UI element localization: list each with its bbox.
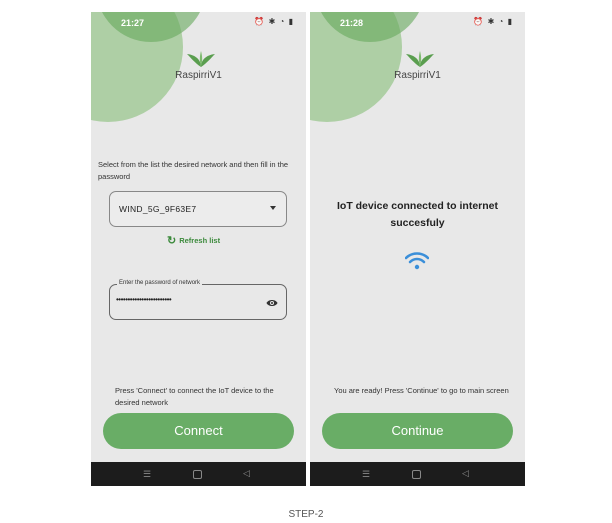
network-select-value: WIND_5G_9F63E7 (119, 204, 197, 214)
dropdown-caret-icon (270, 206, 276, 210)
app-name: RaspirriV1 (394, 70, 441, 81)
leaf-logo-icon (171, 50, 231, 68)
password-label: Enter the password of network (117, 280, 203, 286)
status-time: 21:28 (340, 18, 364, 28)
connect-button[interactable]: Connect (103, 413, 294, 449)
android-navbar: ☰ ◁ (310, 462, 525, 486)
app-name: RaspirriV1 (175, 70, 222, 81)
nav-back-icon[interactable]: ◁ (462, 468, 469, 479)
network-select[interactable]: WIND_5G_9F63E7 (109, 191, 287, 227)
phone-screen-connected: 21:28 ⏰ ✱ ◔ ▮ RaspirriV1 IoT device conn… (310, 12, 525, 486)
nav-recents-icon[interactable]: ☰ (362, 469, 370, 480)
eye-icon[interactable] (266, 295, 278, 313)
continue-hint-text: You are ready! Press 'Continue' to go to… (334, 386, 509, 395)
nav-home-icon[interactable] (193, 470, 202, 479)
status-time: 21:27 (121, 18, 145, 28)
password-value: •••••••••••••••••••••••• (116, 295, 172, 304)
continue-button[interactable]: Continue (322, 413, 513, 449)
android-navbar: ☰ ◁ (91, 462, 306, 486)
password-field[interactable]: Enter the password of network ••••••••••… (109, 280, 287, 320)
nav-recents-icon[interactable]: ☰ (143, 469, 151, 480)
connection-status-message: IoT device connected to internet succesf… (336, 200, 499, 229)
status-icons: ⏰ ✱ ◔ ▮ (473, 17, 513, 26)
refresh-list-button[interactable]: ↻ Refresh list (167, 234, 220, 247)
status-icons: ⏰ ✱ ◔ ▮ (254, 17, 294, 26)
connect-hint-text: Press 'Connect' to connect the IoT devic… (115, 386, 274, 407)
status-bar: 21:28 ⏰ ✱ ◔ ▮ (310, 12, 525, 34)
refresh-label: Refresh list (179, 236, 221, 245)
step-caption: STEP-2 (288, 509, 324, 520)
status-bar: 21:27 ⏰ ✱ ◔ ▮ (91, 12, 306, 34)
refresh-icon: ↻ (167, 235, 177, 247)
wifi-icon (404, 252, 430, 275)
nav-back-icon[interactable]: ◁ (243, 468, 250, 479)
instruction-text: Select from the list the desired network… (98, 160, 289, 181)
nav-home-icon[interactable] (412, 470, 421, 479)
leaf-logo-icon (390, 50, 450, 68)
phone-screen-network-select: 21:27 ⏰ ✱ ◔ ▮ RaspirriV1 Select from the… (91, 12, 306, 486)
